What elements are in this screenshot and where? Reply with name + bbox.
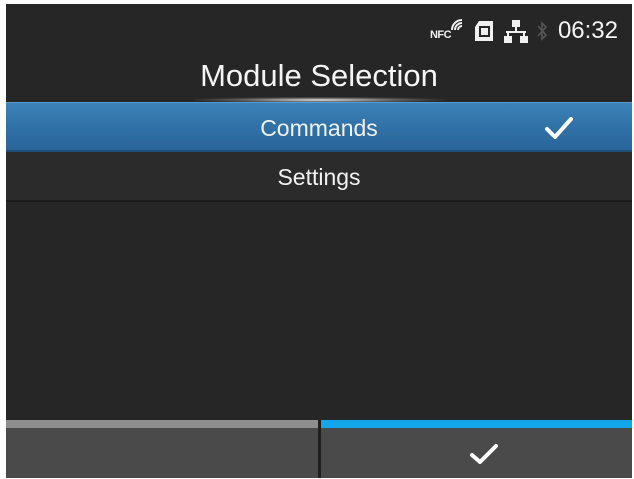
nfc-label: NFC xyxy=(429,29,452,41)
menu-item-label: Settings xyxy=(277,164,361,190)
softkey-left-indicator xyxy=(6,420,318,428)
clock: 06:32 xyxy=(557,17,618,44)
nfc-icon: NFC xyxy=(430,18,464,44)
menu-item-label: Commands xyxy=(260,115,378,141)
status-icons: NFC 06:32 xyxy=(430,17,618,45)
softkey-right-indicator xyxy=(321,420,632,428)
network-icon xyxy=(503,20,528,43)
bluetooth-icon xyxy=(537,21,548,41)
page-title: Module Selection xyxy=(200,58,438,93)
status-bar: NFC 06:32 xyxy=(6,4,632,54)
printer-display: NFC 06:32 Module Selection Commands Sett… xyxy=(6,4,632,478)
softkey-left-button[interactable] xyxy=(6,420,318,478)
checkmark-icon xyxy=(545,117,573,139)
menu-item-commands[interactable]: Commands xyxy=(6,102,632,152)
softkey-bar xyxy=(6,420,632,478)
module-menu: Commands Settings xyxy=(6,102,632,202)
softkey-confirm-button[interactable] xyxy=(321,420,632,478)
checkmark-icon xyxy=(470,444,498,464)
menu-item-settings[interactable]: Settings xyxy=(6,152,632,202)
sd-card-icon xyxy=(474,21,493,41)
